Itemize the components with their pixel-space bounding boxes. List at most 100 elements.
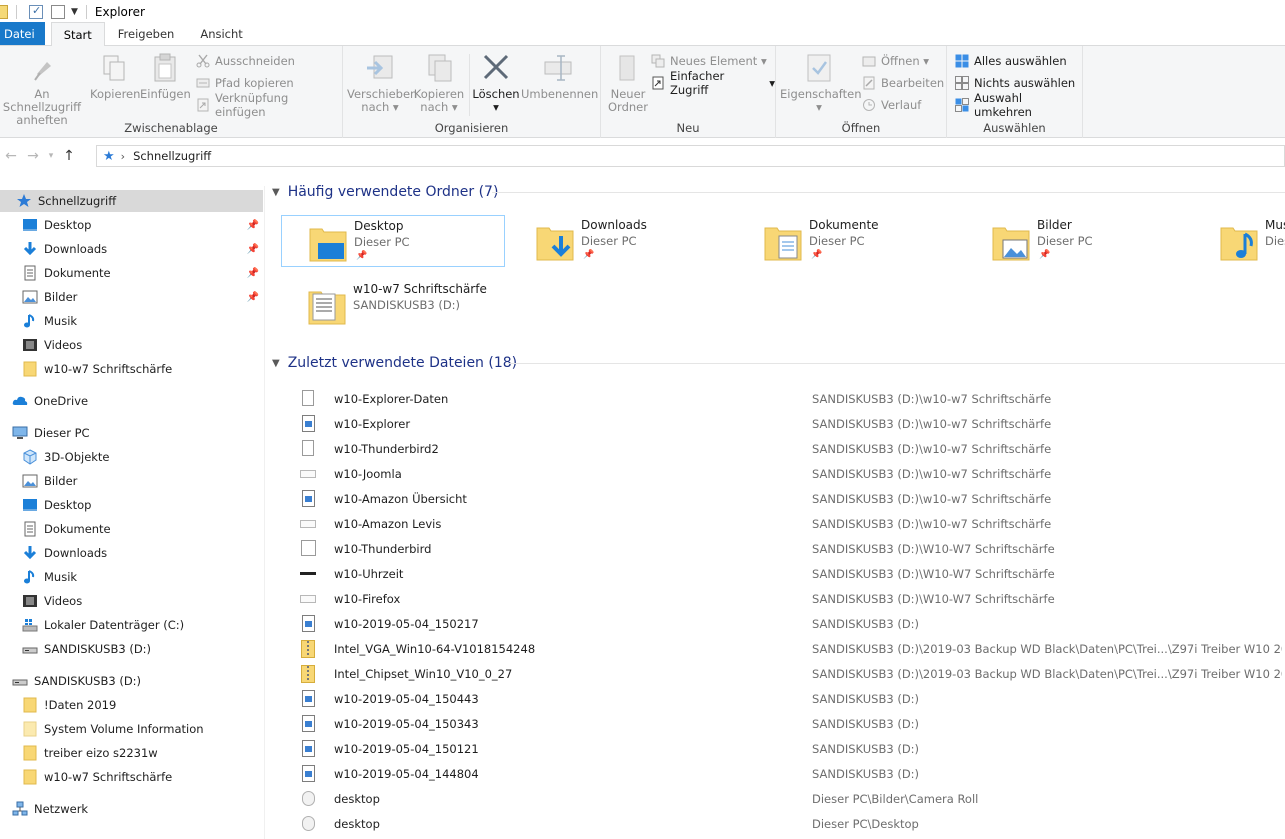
tab-share[interactable]: Freigeben [105,22,188,45]
open-button[interactable]: Öffnen ▾ [862,51,929,71]
file-row[interactable]: w10-Thunderbird SANDISKUSB3 (D:)\W10-W7 … [300,536,1285,561]
window-title: Explorer [94,4,145,19]
file-row[interactable]: Intel_Chipset_Win10_V10_0_27 SANDISKUSB3… [300,661,1285,686]
file-row[interactable]: desktop Dieser PC\Desktop [300,811,1285,836]
sidebar-item-network[interactable]: Netzwerk [0,798,263,820]
file-row[interactable]: w10-2019-05-04_150217 SANDISKUSB3 (D:) [300,611,1285,636]
sidebar-item-music[interactable]: Musik [0,310,263,332]
frequent-folders-heading[interactable]: ▼ Häufig verwendete Ordner (7) [272,182,498,202]
sidebar-item-w10-w7-folder-d[interactable]: w10-w7 Schriftschärfe [0,766,263,788]
sidebar-item-treiber-eizo[interactable]: treiber eizo s2231w [0,742,263,764]
tab-view[interactable]: Ansicht [187,22,255,45]
file-row[interactable]: desktop Dieser PC\Bilder\Camera Roll [300,786,1285,811]
invert-selection-button[interactable]: Auswahl umkehren [955,91,1082,119]
new-folder-quick-icon[interactable] [51,4,65,19]
file-row[interactable]: w10-2019-05-04_150121 SANDISKUSB3 (D:) [300,736,1285,761]
sidebar-item-pictures[interactable]: Bilder 📌 [0,286,263,308]
new-folder-button[interactable]: Neuer Ordner [603,52,653,114]
chevron-down-icon[interactable]: ▼ [272,358,280,369]
file-row[interactable]: w10-Firefox SANDISKUSB3 (D:)\W10-W7 Schr… [300,586,1285,611]
file-row[interactable]: w10-Explorer-Daten SANDISKUSB3 (D:)\w10-… [300,386,1285,411]
copy-path-button[interactable]: Pfad kopieren [196,73,294,93]
tab-start[interactable]: Start [50,22,105,46]
sidebar-item-videos[interactable]: Videos [0,334,263,356]
file-row[interactable]: w10-2019-05-04_144804 SANDISKUSB3 (D:) [300,761,1285,786]
edit-button[interactable]: Bearbeiten [862,73,944,93]
sidebar-item-downloads[interactable]: Downloads 📌 [0,238,263,260]
breadcrumb-chevron-icon[interactable]: › [121,150,125,163]
folder-tile-pictures[interactable]: Bilder Dieser PC 📌 [965,215,1189,267]
sidebar-item-music-pc[interactable]: Musik [0,566,263,588]
copy-button[interactable]: Kopieren [90,52,140,101]
folder-tile-w10-w7[interactable]: w10-w7 Schriftschärfe SANDISKUSB3 (D:) [281,279,505,331]
folder-tile-desktop[interactable]: Desktop Dieser PC 📌 [281,215,505,267]
sidebar-item-system-volume-information[interactable]: System Volume Information [0,718,263,740]
sidebar-item-onedrive[interactable]: OneDrive [0,390,263,412]
move-to-button[interactable]: Verschieben nach ▾ [347,52,417,114]
sidebar-item-sandisk-d[interactable]: SANDISKUSB3 (D:) [0,638,263,660]
path-icon [196,76,210,90]
recent-locations-chevron-icon[interactable]: ▾ [44,151,58,161]
properties-button[interactable]: Eigenschaften ▾ [780,52,862,114]
forward-arrow-icon[interactable]: → [22,148,44,164]
sidebar-item-desktop-pc[interactable]: Desktop [0,494,263,516]
cloud-icon [12,393,28,409]
sidebar-item-pictures-pc[interactable]: Bilder [0,470,263,492]
recent-files-heading[interactable]: ▼ Zuletzt verwendete Dateien (18) [272,353,517,373]
pictures-folder-icon [991,222,1031,262]
copy-to-button[interactable]: Kopieren nach ▾ [413,52,465,114]
sidebar-item-local-disk-c[interactable]: Lokaler Datenträger (C:) [0,614,263,636]
file-row[interactable]: w10-Uhrzeit SANDISKUSB3 (D:)\W10-W7 Schr… [300,561,1285,586]
sidebar-item-this-pc[interactable]: Dieser PC [0,422,263,444]
pin-icon[interactable]: 📌 [247,220,259,231]
file-row[interactable]: w10-2019-05-04_150343 SANDISKUSB3 (D:) [300,711,1285,736]
up-arrow-icon[interactable]: ↑ [58,148,80,164]
usb-drive-icon [12,673,28,689]
sidebar-item-w10-w7-folder[interactable]: w10-w7 Schriftschärfe [0,358,263,380]
pin-icon[interactable]: 📌 [247,268,259,279]
customize-quick-access-icon[interactable]: ▼ [71,7,78,17]
delete-button[interactable]: Löschen ▾ [471,52,521,114]
properties-quick-icon[interactable] [29,4,43,19]
new-item-button[interactable]: Neues Element ▾ [651,51,767,71]
folder-tile-music[interactable]: Musik Dieser PC [1193,215,1285,267]
sidebar-item-documents-pc[interactable]: Dokumente [0,518,263,540]
file-row[interactable]: Intel_VGA_Win10-64-V1018154248 SANDISKUS… [300,636,1285,661]
file-row[interactable]: w10-Joomla SANDISKUSB3 (D:)\w10-w7 Schri… [300,461,1285,486]
usb-drive-icon [22,641,38,657]
paste-shortcut-button[interactable]: Verknüpfung einfügen [196,91,342,119]
chevron-down-icon[interactable]: ▼ [272,187,280,198]
pin-quick-access-button[interactable]: An Schnellzugriff anheften [0,52,88,127]
folder-tile-documents[interactable]: Dokumente Dieser PC 📌 [737,215,961,267]
sidebar-item-downloads-pc[interactable]: Downloads [0,542,263,564]
paste-button[interactable]: Einfügen [140,52,191,101]
tab-file[interactable]: Datei [0,22,45,45]
cut-button[interactable]: Ausschneiden [196,51,295,71]
sidebar-item-quick-access[interactable]: Schnellzugriff [0,190,263,212]
easy-access-button[interactable]: Einfacher Zugriff ▾ [651,69,775,97]
sidebar-item-documents[interactable]: Dokumente 📌 [0,262,263,284]
document-icon [22,265,38,281]
sidebar-item-videos-pc[interactable]: Videos [0,590,263,612]
select-none-button[interactable]: Nichts auswählen [955,73,1075,93]
pin-icon: 📌 [811,250,823,260]
sidebar-item-daten-2019[interactable]: !Daten 2019 [0,694,263,716]
image-file-icon [300,414,316,433]
file-row[interactable]: w10-2019-05-04_150443 SANDISKUSB3 (D:) [300,686,1285,711]
sidebar-item-sandisk-d-root[interactable]: SANDISKUSB3 (D:) [0,670,263,692]
address-field[interactable]: ★ › Schnellzugriff [96,145,1285,167]
breadcrumb-quick-access[interactable]: Schnellzugriff [133,149,211,163]
rename-button[interactable]: Umbenennen [521,52,598,101]
pin-icon[interactable]: 📌 [247,244,259,255]
file-row[interactable]: w10-Thunderbird2 SANDISKUSB3 (D:)\w10-w7… [300,436,1285,461]
file-row[interactable]: w10-Amazon Levis SANDISKUSB3 (D:)\w10-w7… [300,511,1285,536]
file-row[interactable]: w10-Explorer SANDISKUSB3 (D:)\w10-w7 Sch… [300,411,1285,436]
pin-icon[interactable]: 📌 [247,292,259,303]
folder-tile-downloads[interactable]: Downloads Dieser PC 📌 [509,215,733,267]
file-row[interactable]: w10-Amazon Übersicht SANDISKUSB3 (D:)\w1… [300,486,1285,511]
back-arrow-icon[interactable]: ← [0,148,22,164]
sidebar-item-desktop[interactable]: Desktop 📌 [0,214,263,236]
select-all-button[interactable]: Alles auswählen [955,51,1067,71]
sidebar-item-3d-objects[interactable]: 3D-Objekte [0,446,263,468]
history-button[interactable]: Verlauf [862,95,921,115]
